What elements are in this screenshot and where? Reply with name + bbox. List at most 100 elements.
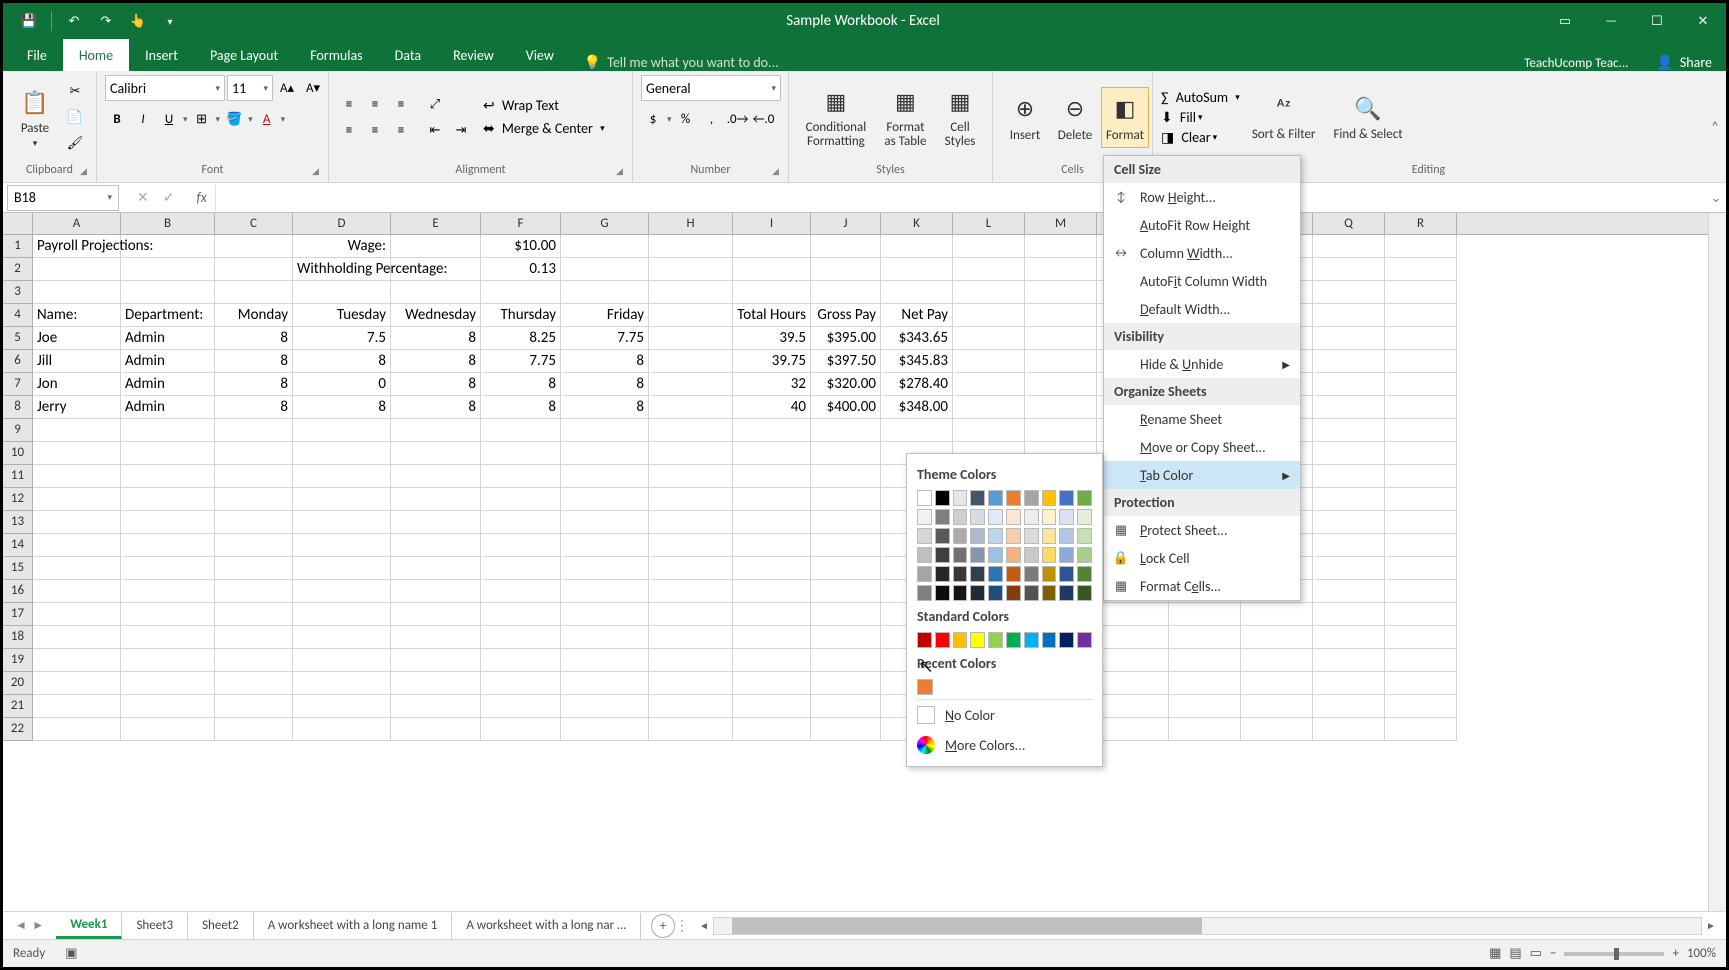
cell[interactable] [649,626,733,649]
cell[interactable] [1385,396,1457,419]
col-header-F[interactable]: F [481,213,561,234]
cell[interactable] [1385,350,1457,373]
cell[interactable] [391,465,481,488]
cell[interactable] [215,465,293,488]
color-swatch[interactable] [935,632,950,648]
color-swatch[interactable] [988,585,1003,601]
cell[interactable] [215,534,293,557]
view-pagelayout-icon[interactable]: ▤ [1509,946,1521,961]
cell[interactable] [215,419,293,442]
cell[interactable] [561,235,649,258]
cell[interactable] [391,672,481,695]
color-swatch[interactable] [970,585,985,601]
cell[interactable]: 8 [391,350,481,373]
col-header-G[interactable]: G [561,213,649,234]
cell[interactable] [1385,281,1457,304]
align-bottom-icon[interactable]: ≡ [389,92,413,116]
cell[interactable] [121,488,215,511]
color-swatch[interactable] [953,490,968,506]
cell[interactable] [1385,258,1457,281]
cell[interactable]: Jon [33,373,121,396]
cell[interactable] [481,672,561,695]
cell[interactable] [121,419,215,442]
row-header[interactable]: 12 [3,488,33,511]
cell[interactable] [649,603,733,626]
format-painter-icon[interactable]: 🖌 [63,131,87,155]
color-swatch[interactable] [988,632,1003,648]
row-header[interactable]: 7 [3,373,33,396]
color-swatch[interactable] [1024,547,1039,563]
cell[interactable]: 8.25 [481,327,561,350]
cell[interactable] [649,442,733,465]
color-swatch[interactable] [1059,585,1074,601]
cell[interactable] [561,258,649,281]
cell[interactable]: 39.75 [733,350,811,373]
cell[interactable] [33,718,121,741]
tab-view[interactable]: View [510,39,570,71]
cell[interactable]: Department: [121,304,215,327]
cell[interactable] [1313,327,1385,350]
cell[interactable] [215,718,293,741]
orientation-icon[interactable]: ⤢ [423,92,447,116]
cell[interactable] [733,580,811,603]
color-swatch[interactable] [1042,632,1057,648]
row-header[interactable]: 2 [3,258,33,281]
color-swatch[interactable] [1077,490,1092,506]
cell[interactable] [1313,304,1385,327]
color-swatch[interactable] [1024,566,1039,582]
row-header[interactable]: 15 [3,557,33,580]
zoom-in-icon[interactable]: + [1672,946,1678,961]
cell[interactable] [391,235,481,258]
cell[interactable] [293,580,391,603]
cell[interactable]: 8 [391,396,481,419]
cell[interactable] [733,258,811,281]
font-size-combo[interactable]: 11▾ [227,75,273,101]
cell[interactable] [733,488,811,511]
sheet-tab[interactable]: Week1 [56,913,122,939]
color-swatch[interactable] [953,547,968,563]
color-swatch[interactable] [935,528,950,544]
cell[interactable] [293,465,391,488]
cell[interactable] [481,695,561,718]
copy-icon[interactable]: 📄 [63,105,87,129]
align-top-icon[interactable]: ≡ [337,92,361,116]
cell[interactable] [649,695,733,718]
color-swatch[interactable] [1042,547,1057,563]
cell[interactable] [391,695,481,718]
tab-review[interactable]: Review [437,39,510,71]
cell[interactable] [649,718,733,741]
tab-insert[interactable]: Insert [129,39,194,71]
cell[interactable] [293,442,391,465]
cell[interactable] [733,557,811,580]
menu-move-copy[interactable]: Move or Copy Sheet... [1104,433,1300,461]
cell[interactable] [481,442,561,465]
cell[interactable] [1169,672,1241,695]
cell[interactable] [215,442,293,465]
cell[interactable] [33,672,121,695]
color-swatch[interactable] [1024,509,1039,525]
cell[interactable]: 8 [391,373,481,396]
menu-autofit-col[interactable]: AutoFit Column Width [1104,267,1300,295]
cell[interactable] [1313,557,1385,580]
cell[interactable] [481,557,561,580]
cell[interactable] [33,419,121,442]
new-sheet-button[interactable]: + [651,914,675,938]
format-as-table-button[interactable]: ▦Format as Table [877,81,934,154]
color-swatch[interactable] [1059,547,1074,563]
cell[interactable] [1385,442,1457,465]
col-header-E[interactable]: E [391,213,481,234]
cell[interactable] [953,373,1025,396]
cell[interactable]: Jerry [33,396,121,419]
cell[interactable]: 8 [561,373,649,396]
cell[interactable] [811,603,881,626]
color-swatch[interactable] [1042,509,1057,525]
bold-button[interactable]: B [105,107,129,131]
cell[interactable]: 7.75 [481,350,561,373]
menu-autofit-row[interactable]: AutoFit Row Height [1104,211,1300,239]
minimize-icon[interactable]: — [1588,3,1634,39]
cell[interactable] [649,672,733,695]
cell[interactable]: Jill [33,350,121,373]
menu-protect-sheet[interactable]: ▦Protect Sheet... [1104,516,1300,544]
color-swatch[interactable] [1077,585,1092,601]
cell[interactable] [1169,626,1241,649]
